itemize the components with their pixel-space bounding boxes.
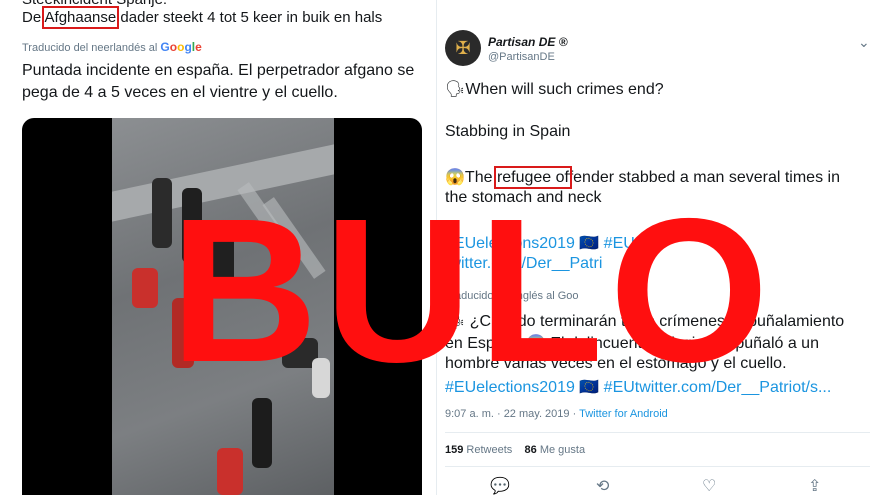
speaking-head-icon: 🗣 [445, 81, 466, 98]
like-icon[interactable]: ♡ [702, 476, 716, 496]
share-icon[interactable]: ⇪ [808, 476, 821, 496]
tweet-line-stabbing: Stabbing in Spain [445, 123, 571, 140]
person-figure [252, 398, 272, 468]
eagle-emblem-icon[interactable]: ✠ [445, 30, 481, 66]
chevron-down-icon[interactable]: ⌄ [858, 34, 870, 51]
reply-icon[interactable]: 💬 [490, 476, 510, 496]
retweet-count[interactable]: 159 [445, 444, 463, 456]
person-figure [152, 178, 172, 248]
google-logo: Google [160, 40, 202, 54]
person-figure [217, 448, 243, 495]
divider [445, 432, 870, 433]
dutch-text-start: De [22, 9, 45, 26]
like-count[interactable]: 86 [525, 444, 537, 456]
divider [445, 466, 870, 467]
cut-off-text: Steekincident Spanje: [22, 0, 167, 8]
spanish-translation-text: Puntada incidente en españa. El perpetra… [22, 62, 415, 101]
source-app-link[interactable]: Twitter for Android [579, 408, 668, 420]
highlighted-word-afghaanse: Afghaanse [41, 6, 120, 29]
translation-label: Traducido del neerlandés al [22, 42, 158, 54]
tweet-line-question: 🗣When will such crimes end? [445, 81, 664, 98]
retweet-icon[interactable]: ⟲ [596, 476, 609, 496]
user-handle[interactable]: @PartisanDE [488, 51, 555, 63]
display-name[interactable]: Partisan DE ® [488, 35, 568, 49]
dutch-text-end: dader steekt 4 tot 5 keer in buik en hal… [116, 9, 383, 26]
tweet-timestamp: 9:07 a. m. · 22 may. 2019 · Twitter for … [445, 408, 668, 420]
tweet-stats: 159 Retweets 86 Me gusta [445, 444, 586, 456]
translation-attribution[interactable]: Traducido del neerlandés al Google [22, 40, 202, 54]
hoax-stamp-overlay: BULO [170, 176, 775, 405]
dutch-tweet-text: De Afghaanse dader steekt 4 tot 5 keer i… [22, 6, 383, 29]
person-figure [132, 268, 158, 308]
